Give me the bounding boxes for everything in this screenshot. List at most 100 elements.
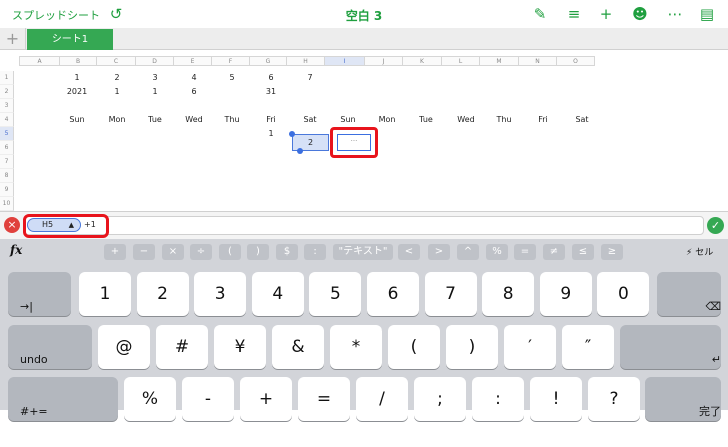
cell-row1-3[interactable]: 4 — [175, 72, 213, 84]
undo-key[interactable]: undo — [8, 325, 92, 369]
cell-row1-5[interactable]: 6 — [252, 72, 290, 84]
operator-key-11[interactable]: ^ — [457, 244, 479, 260]
row-header-3[interactable]: 3 — [0, 99, 14, 113]
symbol-key-2[interactable]: ¥ — [214, 325, 266, 369]
cell-row2-0[interactable]: 2021 — [58, 86, 96, 98]
operator-key-4[interactable]: ( — [219, 244, 241, 260]
digit-key-8[interactable]: 8 — [482, 272, 535, 316]
format-icon[interactable]: ≡ — [565, 5, 583, 23]
column-header-j[interactable]: J — [365, 56, 403, 66]
cancel-formula-button[interactable]: × — [4, 217, 20, 233]
column-header-k[interactable]: K — [403, 56, 442, 66]
cell-row4-5[interactable]: Fri — [252, 114, 290, 126]
symbol-key-4[interactable]: * — [330, 325, 382, 369]
cell-row4-4[interactable]: Thu — [213, 114, 251, 126]
cell-row4-3[interactable]: Wed — [175, 114, 213, 126]
symbol-key-row3-4[interactable]: / — [356, 377, 408, 421]
operator-key-14[interactable]: ≠ — [543, 244, 565, 260]
cell-row2-5[interactable]: 31 — [252, 86, 290, 98]
operator-key-5[interactable]: ) — [247, 244, 269, 260]
symbol-key-row3-7[interactable]: ! — [530, 377, 582, 421]
column-header-d[interactable]: D — [136, 56, 174, 66]
digit-key-3[interactable]: 3 — [194, 272, 247, 316]
cell-row4-2[interactable]: Tue — [136, 114, 174, 126]
collaborate-icon[interactable]: ☻ — [631, 5, 649, 23]
row-header-7[interactable]: 7 — [0, 155, 14, 169]
cell-row2-1[interactable]: 1 — [98, 86, 136, 98]
tab-key[interactable]: →| — [8, 272, 71, 316]
symbol-key-6[interactable]: ) — [446, 325, 498, 369]
cell-row4-13[interactable]: Sat — [563, 114, 601, 126]
document-icon[interactable]: ▤ — [698, 5, 716, 23]
operator-key-15[interactable]: ≤ — [572, 244, 594, 260]
column-header-f[interactable]: F — [212, 56, 250, 66]
column-header-l[interactable]: L — [442, 56, 480, 66]
row-header-5[interactable]: 5 — [0, 127, 14, 141]
digit-key-0[interactable]: 0 — [597, 272, 650, 316]
operator-key-0[interactable]: + — [104, 244, 126, 260]
more-icon[interactable]: ⋯ — [666, 5, 684, 23]
symbol-key-5[interactable]: ( — [388, 325, 440, 369]
cell-row2-3[interactable]: 6 — [175, 86, 213, 98]
cell-g5[interactable]: 1 — [252, 128, 290, 140]
symbol-key-row3-0[interactable]: % — [124, 377, 176, 421]
plus-icon[interactable]: + — [597, 5, 615, 23]
operator-key-3[interactable]: ÷ — [190, 244, 212, 260]
cell-row1-4[interactable]: 5 — [213, 72, 251, 84]
cell-row1-0[interactable]: 1 — [58, 72, 96, 84]
row-header-1[interactable]: 1 — [0, 71, 14, 85]
column-header-h[interactable]: H — [287, 56, 325, 66]
cell-row4-7[interactable]: Sun — [329, 114, 367, 126]
operator-key-16[interactable]: ≥ — [601, 244, 623, 260]
column-header-o[interactable]: O — [557, 56, 595, 66]
operator-key-13[interactable]: = — [514, 244, 536, 260]
active-cell-highlight[interactable]: ··· — [330, 127, 378, 158]
digit-key-2[interactable]: 2 — [136, 272, 189, 316]
column-header-b[interactable]: B — [60, 56, 97, 66]
digit-key-9[interactable]: 9 — [539, 272, 592, 316]
symbol-key-row3-6[interactable]: : — [472, 377, 524, 421]
tab-sheet1[interactable]: シート1 — [27, 29, 113, 50]
row-header-8[interactable]: 8 — [0, 169, 14, 183]
digit-key-1[interactable]: 1 — [79, 272, 131, 316]
column-header-i[interactable]: I — [325, 56, 365, 66]
operator-key-10[interactable]: > — [428, 244, 450, 260]
column-header-c[interactable]: C — [97, 56, 136, 66]
symbol-key-row3-2[interactable]: + — [240, 377, 292, 421]
row-header-4[interactable]: 4 — [0, 113, 14, 127]
selection-handle-bottom[interactable] — [297, 148, 303, 154]
column-header-e[interactable]: E — [174, 56, 212, 66]
symbol-key-row3-8[interactable]: ? — [588, 377, 640, 421]
cell-row4-11[interactable]: Thu — [485, 114, 523, 126]
row-header-9[interactable]: 9 — [0, 183, 14, 197]
operator-key-6[interactable]: $ — [276, 244, 298, 260]
operator-key-7[interactable]: : — [304, 244, 326, 260]
operator-key-8[interactable]: "テキスト" — [333, 244, 393, 260]
cell-i5-editor[interactable]: ··· — [337, 134, 371, 151]
operator-key-12[interactable]: % — [486, 244, 508, 260]
cell-row4-1[interactable]: Mon — [98, 114, 136, 126]
symbol-key-0[interactable]: @ — [98, 325, 150, 369]
symbol-key-row3-3[interactable]: = — [298, 377, 350, 421]
digit-key-6[interactable]: 6 — [367, 272, 419, 316]
confirm-formula-button[interactable]: ✓ — [707, 217, 724, 234]
shift-key[interactable]: #+= — [8, 377, 118, 421]
cell-row2-2[interactable]: 1 — [136, 86, 174, 98]
symbol-key-3[interactable]: & — [272, 325, 324, 369]
operator-key-9[interactable]: < — [398, 244, 420, 260]
symbol-key-row3-5[interactable]: ; — [414, 377, 466, 421]
digit-key-5[interactable]: 5 — [309, 272, 362, 316]
return-key[interactable]: ↵ — [620, 325, 721, 369]
cell-row1-2[interactable]: 3 — [136, 72, 174, 84]
symbol-key-row3-1[interactable]: - — [182, 377, 234, 421]
row-header-10[interactable]: 10 — [0, 197, 14, 211]
formula-input-field[interactable] — [24, 216, 704, 235]
column-header-m[interactable]: M — [480, 56, 519, 66]
function-icon[interactable]: fx — [10, 243, 22, 257]
symbol-key-7[interactable]: ′ — [504, 325, 556, 369]
cell-row4-8[interactable]: Mon — [368, 114, 406, 126]
cell-row1-6[interactable]: 7 — [291, 72, 329, 84]
column-header-g[interactable]: G — [250, 56, 287, 66]
digit-key-4[interactable]: 4 — [251, 272, 304, 316]
column-header-n[interactable]: N — [519, 56, 557, 66]
